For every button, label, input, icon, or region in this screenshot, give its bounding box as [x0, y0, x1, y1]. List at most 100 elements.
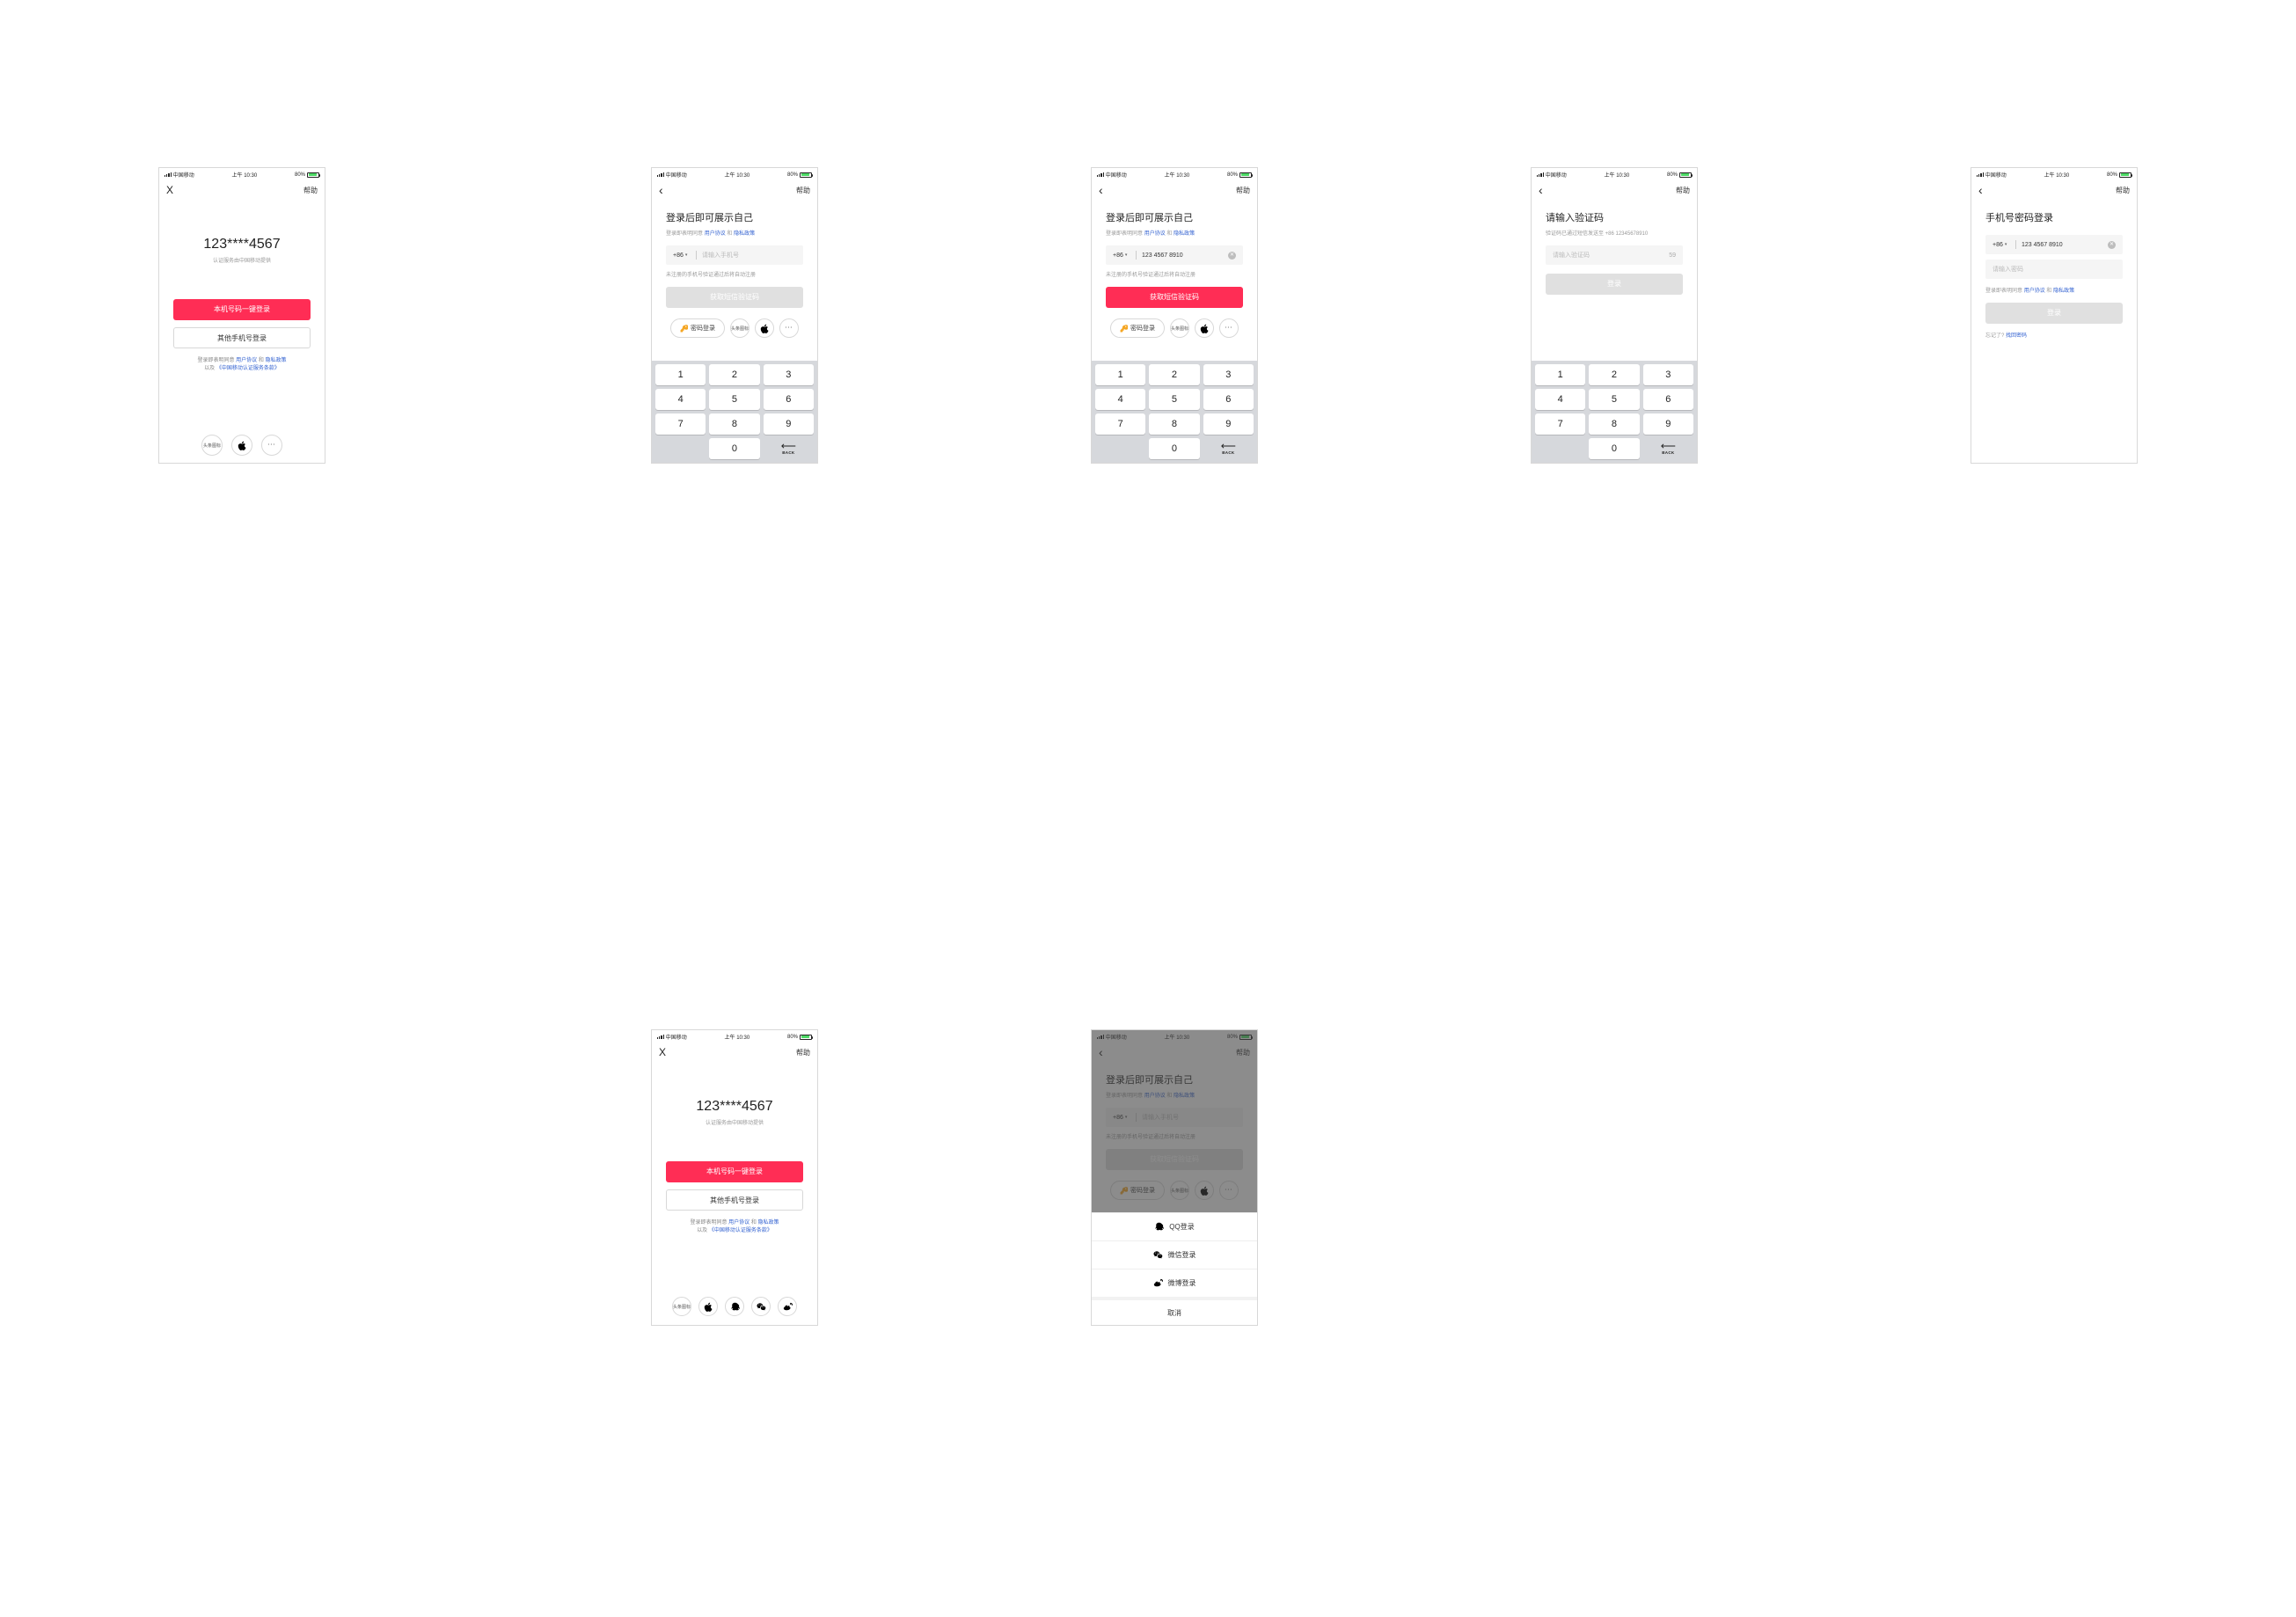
- password-login-button[interactable]: 密码登录: [670, 318, 725, 338]
- other-phone-login-button[interactable]: 其他手机号登录: [666, 1189, 803, 1211]
- country-code-select[interactable]: +86▾: [1993, 242, 2007, 248]
- privacy-policy-link[interactable]: 隐私政策: [266, 358, 287, 363]
- user-agreement-link[interactable]: 用户协议: [2024, 289, 2045, 294]
- key-5[interactable]: 5: [709, 389, 759, 410]
- agreement-text: 登录即表明同意 用户协议 和 隐私政策: [1985, 286, 2123, 294]
- key-backspace[interactable]: ⟵BACK: [764, 438, 814, 459]
- user-agreement-link[interactable]: 用户协议: [705, 231, 726, 237]
- key-1[interactable]: 1: [1535, 364, 1585, 385]
- more-login-button[interactable]: ···: [1219, 318, 1239, 338]
- toutiao-login-button[interactable]: 头条图标: [201, 435, 223, 456]
- key-9[interactable]: 9: [1203, 413, 1254, 435]
- cmcc-terms-link[interactable]: 《中国移动认证服务条款》: [709, 1228, 772, 1233]
- privacy-policy-link[interactable]: 隐私政策: [1174, 231, 1195, 237]
- close-button[interactable]: X: [659, 1046, 666, 1058]
- privacy-policy-link[interactable]: 隐私政策: [758, 1220, 779, 1226]
- auth-provider-note: 认证服务由中国移动提供: [666, 1118, 803, 1126]
- password-input[interactable]: 请输入密码: [1985, 260, 2123, 279]
- key-4[interactable]: 4: [1095, 389, 1145, 410]
- sheet-cancel-button[interactable]: 取消: [1092, 1297, 1257, 1325]
- apple-login-button[interactable]: [231, 435, 252, 456]
- help-button[interactable]: 帮助: [1676, 186, 1690, 195]
- one-tap-login-button[interactable]: 本机号码一键登录: [173, 299, 311, 320]
- more-login-button[interactable]: ···: [779, 318, 799, 338]
- toutiao-login-button[interactable]: 头条图标: [672, 1297, 691, 1316]
- apple-login-button[interactable]: [698, 1297, 718, 1316]
- weibo-login-button[interactable]: [778, 1297, 797, 1316]
- key-7[interactable]: 7: [1095, 413, 1145, 435]
- key-5[interactable]: 5: [1149, 389, 1199, 410]
- key-backspace[interactable]: ⟵BACK: [1203, 438, 1254, 459]
- login-button: 登录: [1546, 274, 1683, 295]
- country-code-select[interactable]: +86▾: [1113, 252, 1127, 259]
- key-6[interactable]: 6: [1643, 389, 1693, 410]
- sheet-wechat-login[interactable]: 微信登录: [1092, 1240, 1257, 1269]
- key-1[interactable]: 1: [1095, 364, 1145, 385]
- sheet-qq-login[interactable]: QQ登录: [1092, 1212, 1257, 1240]
- one-tap-login-button[interactable]: 本机号码一键登录: [666, 1161, 803, 1182]
- key-3[interactable]: 3: [764, 364, 814, 385]
- code-input[interactable]: 请输入验证码 59: [1546, 245, 1683, 265]
- phone-input[interactable]: +86▾ 123 4567 8910 ✕: [1106, 245, 1243, 265]
- key-3[interactable]: 3: [1203, 364, 1254, 385]
- key-7[interactable]: 7: [655, 413, 706, 435]
- modal-overlay[interactable]: [1092, 1030, 1257, 1212]
- back-button[interactable]: ‹: [1099, 184, 1103, 196]
- other-phone-login-button[interactable]: 其他手机号登录: [173, 327, 311, 348]
- country-code-select[interactable]: +86▾: [673, 252, 687, 259]
- apple-login-button[interactable]: [1195, 318, 1214, 338]
- wechat-login-button[interactable]: [751, 1297, 771, 1316]
- key-6[interactable]: 6: [1203, 389, 1254, 410]
- key-6[interactable]: 6: [764, 389, 814, 410]
- user-agreement-link[interactable]: 用户协议: [236, 358, 257, 363]
- key-3[interactable]: 3: [1643, 364, 1693, 385]
- apple-login-button[interactable]: [755, 318, 774, 338]
- key-9[interactable]: 9: [1643, 413, 1693, 435]
- key-7[interactable]: 7: [1535, 413, 1585, 435]
- key-0[interactable]: 0: [709, 438, 759, 459]
- qq-login-button[interactable]: [725, 1297, 744, 1316]
- key-0[interactable]: 0: [1149, 438, 1199, 459]
- signal-icon: [165, 172, 172, 177]
- clear-input-button[interactable]: ✕: [1228, 252, 1236, 260]
- key-9[interactable]: 9: [764, 413, 814, 435]
- help-button[interactable]: 帮助: [2116, 186, 2130, 195]
- key-8[interactable]: 8: [1149, 413, 1199, 435]
- key-0[interactable]: 0: [1589, 438, 1639, 459]
- toutiao-login-button[interactable]: 头条图标: [1170, 318, 1189, 338]
- key-8[interactable]: 8: [709, 413, 759, 435]
- back-button[interactable]: ‹: [659, 184, 663, 196]
- more-login-button[interactable]: ···: [261, 435, 282, 456]
- phone-input[interactable]: +86▾ 请输入手机号: [666, 245, 803, 265]
- help-button[interactable]: 帮助: [1236, 186, 1250, 195]
- key-1[interactable]: 1: [655, 364, 706, 385]
- back-button[interactable]: ‹: [1539, 184, 1543, 196]
- phone-value: 123 4567 8910: [1142, 252, 1183, 259]
- key-8[interactable]: 8: [1589, 413, 1639, 435]
- key-2[interactable]: 2: [1589, 364, 1639, 385]
- sheet-weibo-login[interactable]: 微博登录: [1092, 1269, 1257, 1297]
- close-button[interactable]: X: [166, 184, 173, 196]
- user-agreement-link[interactable]: 用户协议: [1144, 231, 1166, 237]
- clear-input-button[interactable]: ✕: [2108, 241, 2116, 249]
- back-button[interactable]: ‹: [1978, 184, 1983, 196]
- key-2[interactable]: 2: [709, 364, 759, 385]
- key-backspace[interactable]: ⟵BACK: [1643, 438, 1693, 459]
- user-agreement-link[interactable]: 用户协议: [728, 1220, 749, 1226]
- toutiao-login-button[interactable]: 头条图标: [730, 318, 749, 338]
- nav-bar: X 帮助: [159, 180, 325, 201]
- help-button[interactable]: 帮助: [303, 186, 318, 195]
- cmcc-terms-link[interactable]: 《中国移动认证服务条款》: [216, 366, 280, 371]
- password-login-button[interactable]: 密码登录: [1110, 318, 1165, 338]
- privacy-policy-link[interactable]: 隐私政策: [2053, 289, 2074, 294]
- key-4[interactable]: 4: [1535, 389, 1585, 410]
- phone-input[interactable]: +86▾ 123 4567 8910 ✕: [1985, 235, 2123, 254]
- privacy-policy-link[interactable]: 隐私政策: [734, 231, 755, 237]
- get-sms-code-button[interactable]: 获取短信验证码: [1106, 287, 1243, 308]
- key-2[interactable]: 2: [1149, 364, 1199, 385]
- key-5[interactable]: 5: [1589, 389, 1639, 410]
- help-button[interactable]: 帮助: [796, 1048, 810, 1057]
- reset-password-link[interactable]: 找回密码: [2006, 333, 2027, 339]
- key-4[interactable]: 4: [655, 389, 706, 410]
- help-button[interactable]: 帮助: [796, 186, 810, 195]
